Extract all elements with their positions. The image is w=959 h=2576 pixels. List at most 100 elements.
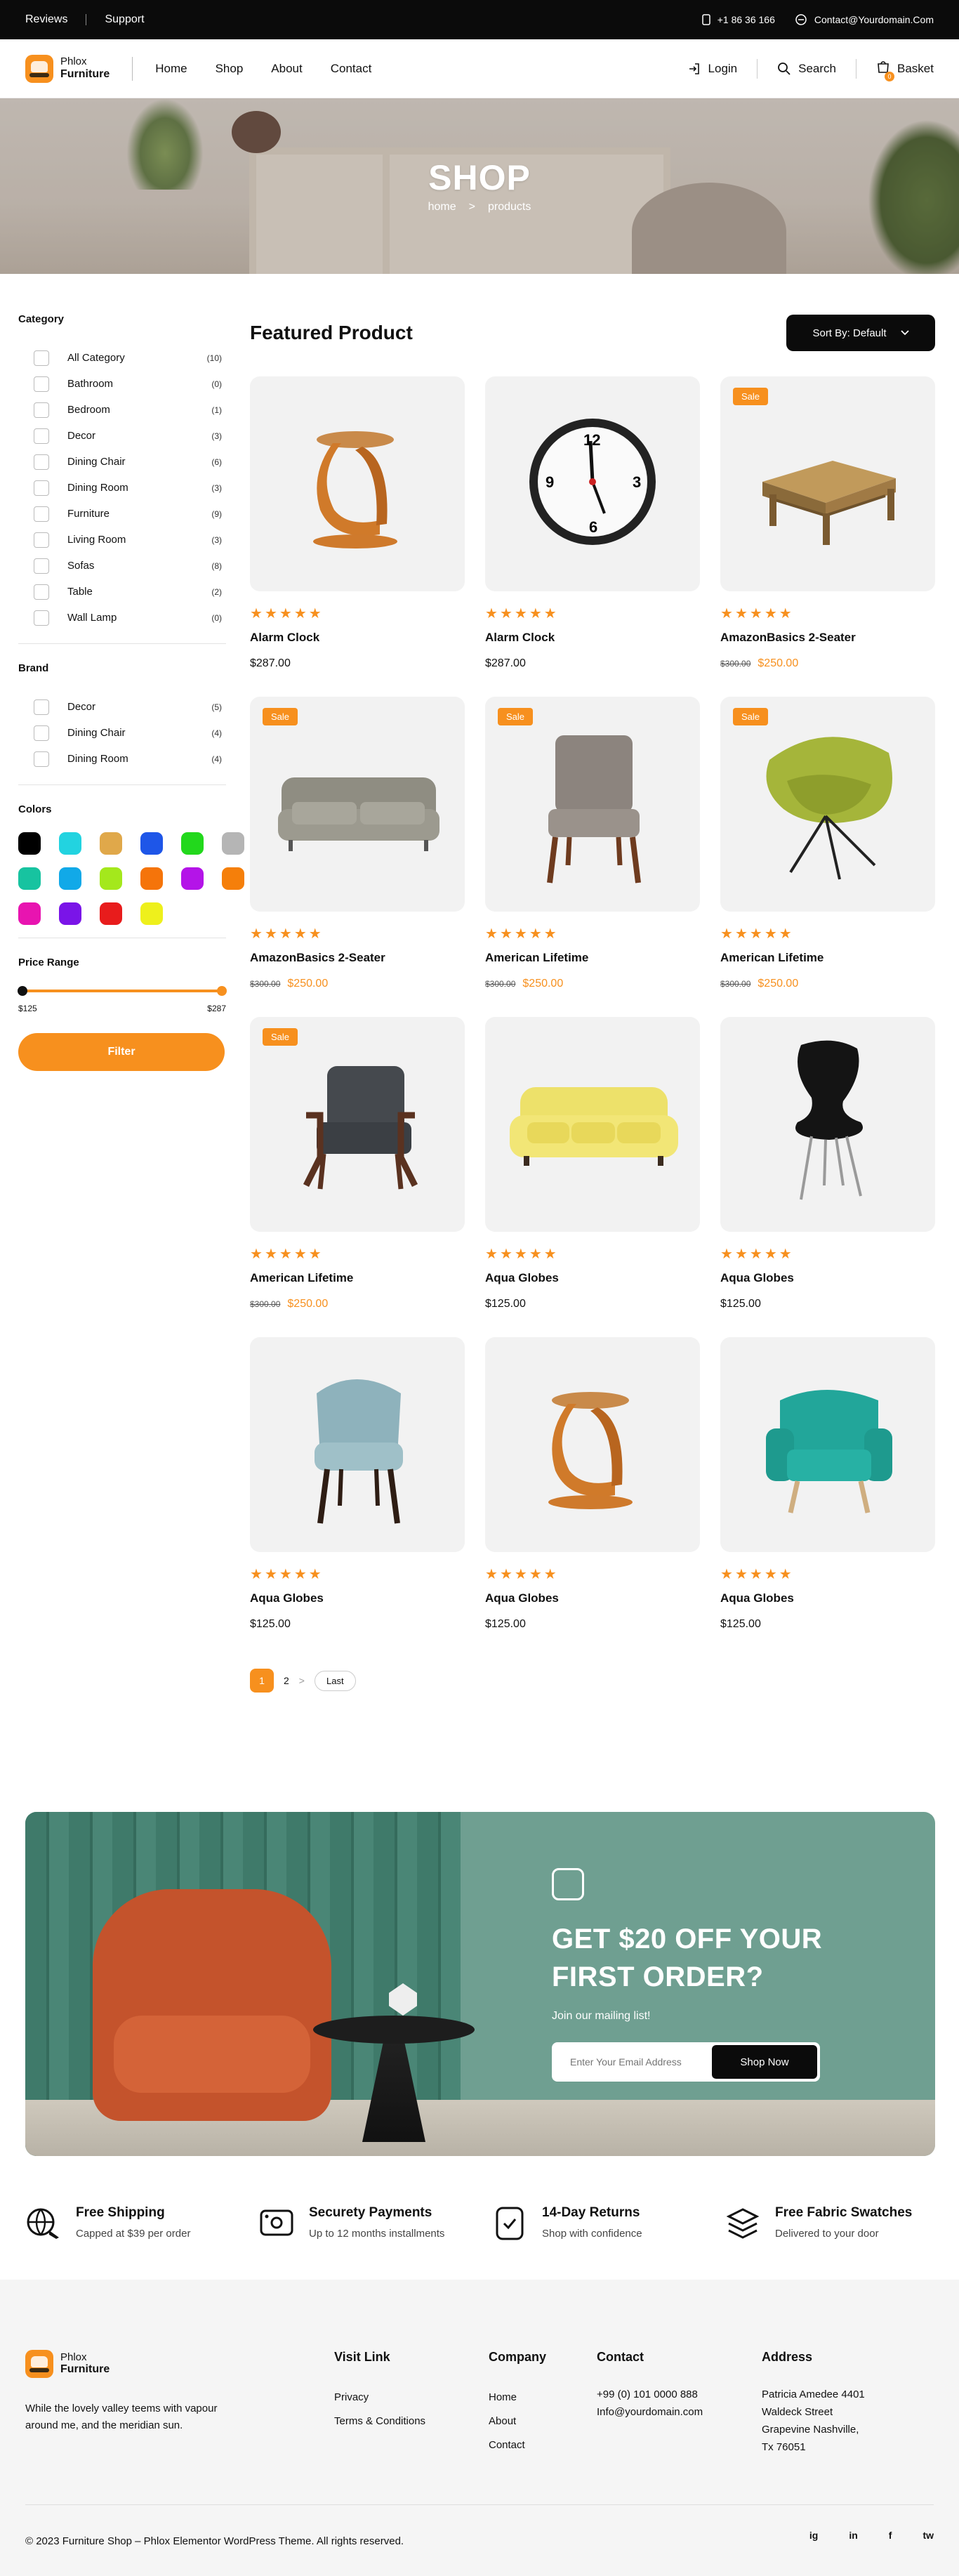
color-swatch[interactable]: [140, 902, 163, 925]
color-swatch[interactable]: [18, 902, 41, 925]
product-name[interactable]: AmazonBasics 2-Seater: [720, 631, 935, 645]
footer-about-link[interactable]: About: [489, 2415, 516, 2427]
breadcrumb-home[interactable]: home: [428, 201, 456, 213]
product-card[interactable]: Sale ★ ★ ★ ★ ★ AmazonBasics 2-Seater $300.00 $25…: [720, 376, 935, 697]
checkbox[interactable]: [34, 506, 49, 522]
product-card[interactable]: Sale ★ ★ ★ ★ ★ AmazonBasics 2-Seater $300.00 $25…: [250, 697, 465, 1017]
twitter-icon[interactable]: tw: [922, 2530, 934, 2541]
color-swatch[interactable]: [181, 867, 204, 890]
footer-logo[interactable]: Phlox Furniture: [25, 2350, 236, 2378]
product-card[interactable]: Sale ★ ★ ★ ★ ★ American Lifetime $300.00 $250.00: [250, 1017, 465, 1337]
checkbox[interactable]: [34, 558, 49, 574]
product-card[interactable]: ★ ★ ★ ★ ★ Aqua Globes $125.00: [485, 1017, 700, 1337]
product-card[interactable]: ★ ★ ★ ★ ★ Aqua Globes $125.00: [720, 1017, 935, 1337]
color-swatch[interactable]: [222, 867, 244, 890]
product-name[interactable]: Aqua Globes: [250, 1591, 465, 1605]
checkbox[interactable]: [34, 376, 49, 392]
brand-row[interactable]: Dining Chair (4): [18, 720, 226, 746]
color-swatch[interactable]: [100, 902, 122, 925]
product-card[interactable]: Sale ★ ★ ★ ★ ★ American Lifetime $300.00 $250.00: [485, 697, 700, 1017]
category-row[interactable]: Sofas (8): [18, 553, 226, 579]
checkbox[interactable]: [34, 584, 49, 600]
category-row[interactable]: Table (2): [18, 579, 226, 605]
email-link[interactable]: Contact@Yourdomain.Com: [814, 14, 934, 25]
checkbox[interactable]: [34, 402, 49, 418]
search-button[interactable]: Search: [777, 62, 836, 76]
nav-about[interactable]: About: [271, 62, 302, 76]
product-card[interactable]: 12 3 6 9 ★ ★ ★ ★ ★ Alarm Clock $287.00: [485, 376, 700, 697]
checkbox[interactable]: [34, 699, 49, 715]
checkbox[interactable]: [34, 454, 49, 470]
color-swatch[interactable]: [59, 867, 81, 890]
color-swatch[interactable]: [59, 832, 81, 855]
color-swatch[interactable]: [100, 832, 122, 855]
nav-contact[interactable]: Contact: [331, 62, 372, 76]
next-page-arrow[interactable]: >: [299, 1675, 305, 1686]
footer-home-link[interactable]: Home: [489, 2391, 517, 2403]
instagram-icon[interactable]: ig: [809, 2530, 818, 2541]
nav-home[interactable]: Home: [155, 62, 187, 76]
category-row[interactable]: Bedroom (1): [18, 397, 226, 423]
reviews-link[interactable]: Reviews: [25, 13, 67, 26]
color-swatch[interactable]: [140, 832, 163, 855]
footer-contact-link[interactable]: Contact: [489, 2439, 525, 2451]
product-name[interactable]: Alarm Clock: [485, 631, 700, 645]
nav-shop[interactable]: Shop: [216, 62, 244, 76]
product-image[interactable]: [485, 1017, 700, 1232]
product-name[interactable]: American Lifetime: [720, 951, 935, 965]
login-button[interactable]: Login: [687, 62, 737, 76]
page-2-button[interactable]: 2: [284, 1675, 289, 1686]
product-name[interactable]: AmazonBasics 2-Seater: [250, 951, 465, 965]
color-swatch[interactable]: [100, 867, 122, 890]
footer-email[interactable]: Info@yourdomain.com: [597, 2403, 703, 2421]
product-image[interactable]: [250, 1337, 465, 1552]
product-image[interactable]: Sale: [720, 697, 935, 912]
category-row[interactable]: Furniture (9): [18, 501, 226, 527]
last-page-button[interactable]: Last: [314, 1670, 356, 1691]
product-card[interactable]: ★ ★ ★ ★ ★ Alarm Clock $287.00: [250, 376, 465, 697]
checkbox[interactable]: [34, 428, 49, 444]
color-swatch[interactable]: [18, 867, 41, 890]
basket-button[interactable]: 0 Basket: [876, 60, 934, 81]
product-card[interactable]: ★ ★ ★ ★ ★ Aqua Globes $125.00: [485, 1337, 700, 1657]
product-name[interactable]: Alarm Clock: [250, 631, 465, 645]
product-image[interactable]: Sale: [250, 1017, 465, 1232]
checkbox[interactable]: [34, 350, 49, 366]
brand-row[interactable]: Decor (5): [18, 694, 226, 720]
color-swatch[interactable]: [222, 832, 244, 855]
product-name[interactable]: American Lifetime: [250, 1271, 465, 1285]
product-image[interactable]: [720, 1017, 935, 1232]
category-row[interactable]: Dining Chair (6): [18, 449, 226, 475]
color-swatch[interactable]: [181, 832, 204, 855]
newsletter-email-input[interactable]: [570, 2056, 712, 2068]
category-row[interactable]: All Category (10): [18, 345, 226, 371]
category-row[interactable]: Wall Lamp (0): [18, 605, 226, 631]
terms-link[interactable]: Terms & Conditions: [334, 2415, 425, 2427]
category-row[interactable]: Dining Room (3): [18, 475, 226, 501]
product-name[interactable]: Aqua Globes: [485, 1271, 700, 1285]
product-image[interactable]: 12 3 6 9: [485, 376, 700, 591]
product-image[interactable]: Sale: [720, 376, 935, 591]
checkbox[interactable]: [34, 610, 49, 626]
checkbox[interactable]: [34, 480, 49, 496]
color-swatch[interactable]: [140, 867, 163, 890]
product-card[interactable]: ★ ★ ★ ★ ★ Aqua Globes $125.00: [250, 1337, 465, 1657]
category-row[interactable]: Living Room (3): [18, 527, 226, 553]
price-range-max-handle[interactable]: [217, 986, 227, 996]
support-link[interactable]: Support: [105, 13, 144, 26]
filter-button[interactable]: Filter: [18, 1033, 225, 1071]
color-swatch[interactable]: [18, 832, 41, 855]
price-range-slider[interactable]: [18, 983, 227, 999]
product-card[interactable]: Sale ★ ★ ★ ★ ★ American Lifetime $300.00 $250.00: [720, 697, 935, 1017]
sort-dropdown[interactable]: Sort By: Default: [786, 315, 935, 351]
checkbox[interactable]: [34, 725, 49, 741]
category-row[interactable]: Bathroom (0): [18, 371, 226, 397]
product-image[interactable]: [485, 1337, 700, 1552]
category-row[interactable]: Decor (3): [18, 423, 226, 449]
product-name[interactable]: Aqua Globes: [485, 1591, 700, 1605]
product-name[interactable]: Aqua Globes: [720, 1271, 935, 1285]
product-name[interactable]: American Lifetime: [485, 951, 700, 965]
logo[interactable]: Phlox Furniture: [25, 54, 110, 83]
facebook-icon[interactable]: f: [889, 2530, 892, 2541]
page-1-button[interactable]: 1: [250, 1669, 274, 1693]
